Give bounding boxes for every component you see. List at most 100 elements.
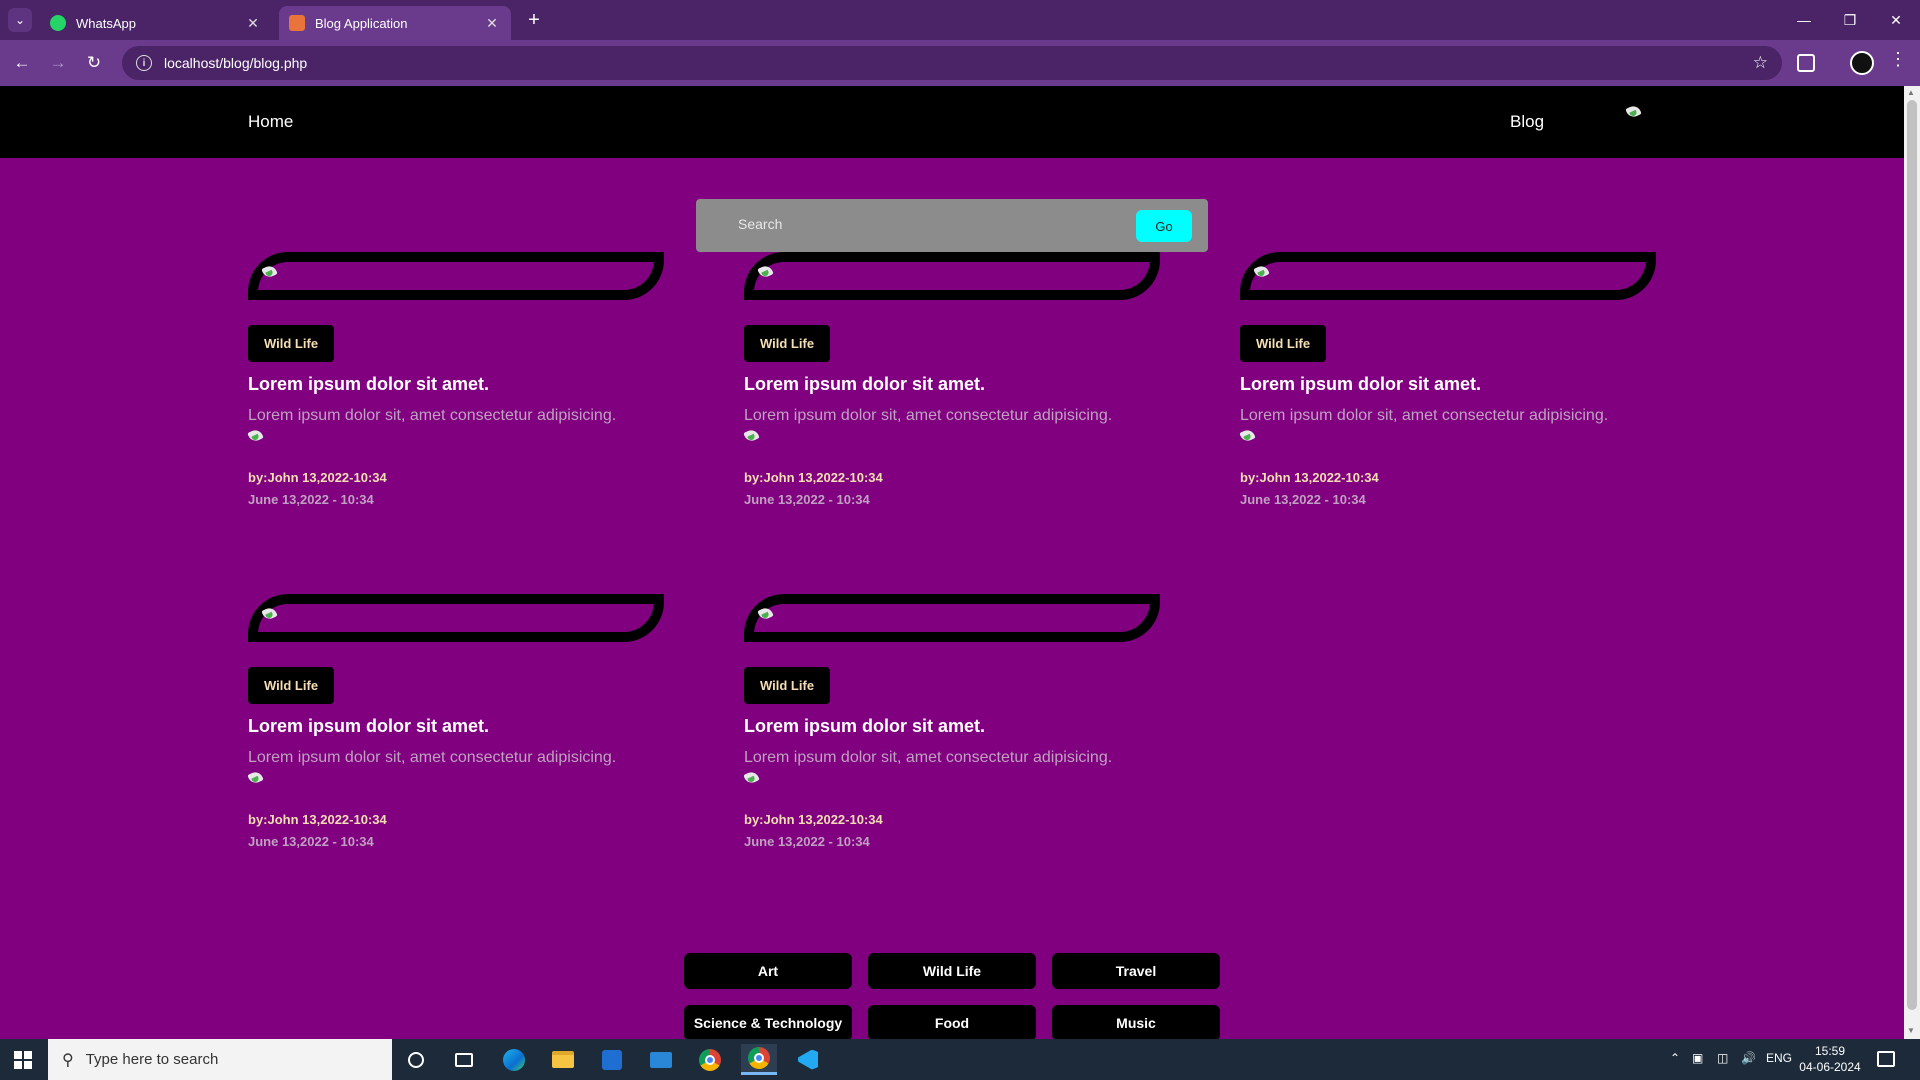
author-avatar-broken-image-icon: [248, 428, 264, 444]
category-button[interactable]: Wild Life: [868, 953, 1036, 989]
author-avatar-broken-image-icon: [744, 770, 760, 786]
category-button[interactable]: Food: [868, 1005, 1036, 1039]
taskbar-search-box[interactable]: ⚲ Type here to search: [48, 1039, 392, 1080]
post-excerpt: Lorem ipsum dolor sit, amet consectetur …: [248, 749, 617, 766]
chrome-icon[interactable]: [692, 1044, 728, 1075]
wifi-icon[interactable]: ◫: [1717, 1051, 1728, 1065]
post-title[interactable]: Lorem ipsum dolor sit amet.: [1240, 374, 1481, 395]
page-scrollbar[interactable]: ▲ ▼: [1904, 86, 1920, 1039]
category-button[interactable]: Travel: [1052, 953, 1220, 989]
post-excerpt: Lorem ipsum dolor sit, amet consectetur …: [744, 407, 1113, 424]
language-indicator[interactable]: ENG: [1766, 1051, 1792, 1065]
system-clock[interactable]: 15:59 04-06-2024: [1796, 1043, 1864, 1075]
post-category-tag[interactable]: Wild Life: [248, 667, 335, 704]
profile-avatar-icon[interactable]: [1850, 51, 1874, 75]
volume-icon[interactable]: 🔊: [1741, 1051, 1756, 1065]
post-thumbnail[interactable]: [248, 594, 664, 642]
broken-image-icon: [758, 606, 774, 622]
author-avatar-broken-image-icon: [1240, 428, 1256, 444]
category-button[interactable]: Art: [684, 953, 852, 989]
nav-blog-link[interactable]: Blog: [1510, 112, 1544, 132]
window-close-icon[interactable]: ✕: [1876, 6, 1916, 34]
web-page: Home Blog Wild Life Lorem ipsum dolor sit…: [0, 86, 1904, 1039]
tab-search-chevron-icon[interactable]: ⌄: [8, 8, 32, 32]
extensions-puzzle-icon[interactable]: [1797, 54, 1815, 72]
address-bar[interactable]: i localhost/blog/blog.php ☆: [122, 46, 1782, 80]
bookmark-star-icon[interactable]: ☆: [1753, 53, 1768, 73]
post-category-tag[interactable]: Wild Life: [744, 667, 831, 704]
reload-icon[interactable]: ↻: [80, 49, 108, 77]
scroll-down-arrow-icon[interactable]: ▼: [1907, 1026, 1915, 1035]
browser-menu-icon[interactable]: ⋮: [1888, 49, 1908, 70]
tab-title: WhatsApp: [76, 15, 136, 31]
mail-icon[interactable]: [643, 1044, 679, 1075]
vscode-icon[interactable]: [790, 1044, 826, 1075]
post-title[interactable]: Lorem ipsum dolor sit amet.: [248, 374, 489, 395]
category-button[interactable]: Science & Technology: [684, 1005, 852, 1039]
user-avatar-broken-image-icon[interactable]: [1626, 104, 1642, 120]
post-date: June 13,2022 - 10:34: [744, 834, 870, 849]
notification-center-icon[interactable]: [1877, 1051, 1895, 1067]
cortana-icon[interactable]: [398, 1044, 434, 1075]
browser-toolbar: ← → ↻ i localhost/blog/blog.php ☆ ⋮: [0, 40, 1920, 86]
scroll-up-arrow-icon[interactable]: ▲: [1907, 88, 1915, 97]
tab-title: Blog Application: [315, 15, 408, 31]
post-category-tag[interactable]: Wild Life: [744, 325, 831, 362]
taskbar-search-placeholder: Type here to search: [85, 1051, 219, 1068]
restore-icon[interactable]: ❐: [1830, 6, 1870, 34]
clock-time: 15:59: [1814, 1044, 1846, 1058]
post-author: by:John 13,2022-10:34: [744, 470, 883, 485]
post-thumbnail[interactable]: [744, 252, 1160, 300]
post-date: June 13,2022 - 10:34: [248, 492, 374, 507]
site-navbar: Home Blog: [0, 86, 1904, 158]
windows-taskbar: ⚲ Type here to search ⌃ ▣ ◫ 🔊 ENG 15:59 …: [0, 1039, 1920, 1080]
windows-start-icon[interactable]: [14, 1051, 32, 1069]
microsoft-store-icon[interactable]: [594, 1044, 630, 1075]
broken-image-icon: [758, 264, 774, 280]
post-author: by:John 13,2022-10:34: [1240, 470, 1379, 485]
post-date: June 13,2022 - 10:34: [248, 834, 374, 849]
show-hidden-icons-chevron-icon[interactable]: ⌃: [1670, 1051, 1680, 1065]
post-date: June 13,2022 - 10:34: [744, 492, 870, 507]
new-tab-plus-icon[interactable]: +: [520, 6, 548, 34]
task-view-icon[interactable]: [446, 1044, 482, 1075]
network-icon[interactable]: ▣: [1692, 1051, 1703, 1065]
post-title[interactable]: Lorem ipsum dolor sit amet.: [744, 374, 985, 395]
go-button[interactable]: Go: [1136, 210, 1192, 242]
minimize-icon[interactable]: —: [1784, 6, 1824, 34]
author-avatar-broken-image-icon: [744, 428, 760, 444]
search-icon: ⚲: [62, 1051, 74, 1069]
post-category-tag[interactable]: Wild Life: [248, 325, 335, 362]
file-explorer-icon[interactable]: [545, 1044, 581, 1075]
close-icon[interactable]: ✕: [244, 15, 262, 32]
category-button[interactable]: Music: [1052, 1005, 1220, 1039]
post-author: by:John 13,2022-10:34: [248, 470, 387, 485]
broken-image-icon: [262, 264, 278, 280]
tab-whatsapp[interactable]: WhatsApp ✕: [40, 6, 272, 40]
post-excerpt: Lorem ipsum dolor sit, amet consectetur …: [1240, 407, 1609, 424]
broken-image-icon: [1254, 264, 1270, 280]
close-icon[interactable]: ✕: [483, 15, 501, 32]
search-input[interactable]: Search: [738, 216, 782, 232]
post-category-tag[interactable]: Wild Life: [1240, 325, 1327, 362]
forward-arrow-icon[interactable]: →: [44, 49, 72, 77]
post-author: by:John 13,2022-10:34: [248, 812, 387, 827]
browser-tab-strip: ⌄ WhatsApp ✕ Blog Application ✕ + — ❐ ✕: [0, 0, 1920, 40]
author-avatar-broken-image-icon: [248, 770, 264, 786]
tab-blog-application[interactable]: Blog Application ✕: [279, 6, 511, 40]
edge-icon[interactable]: [496, 1044, 532, 1075]
post-excerpt: Lorem ipsum dolor sit, amet consectetur …: [744, 749, 1113, 766]
chrome-profile-icon[interactable]: [741, 1044, 777, 1075]
back-arrow-icon[interactable]: ←: [8, 49, 36, 77]
site-info-icon[interactable]: i: [136, 55, 152, 71]
post-title[interactable]: Lorem ipsum dolor sit amet.: [744, 716, 985, 737]
post-thumbnail[interactable]: [248, 252, 664, 300]
url-text[interactable]: localhost/blog/blog.php: [164, 55, 1753, 71]
clock-date: 04-06-2024: [1799, 1060, 1861, 1074]
post-title[interactable]: Lorem ipsum dolor sit amet.: [248, 716, 489, 737]
post-thumbnail[interactable]: [1240, 252, 1656, 300]
xampp-icon: [289, 15, 305, 31]
nav-home-link[interactable]: Home: [248, 112, 293, 132]
post-thumbnail[interactable]: [744, 594, 1160, 642]
scrollbar-thumb[interactable]: [1907, 100, 1917, 1010]
